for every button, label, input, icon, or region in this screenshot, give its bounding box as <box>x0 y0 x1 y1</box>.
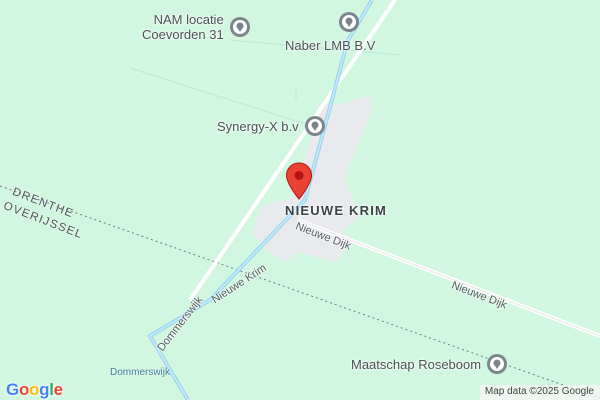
poi-nam-locatie-line1: NAM locatie <box>153 12 224 27</box>
place-marker-icon[interactable] <box>338 11 360 33</box>
place-marker-icon <box>229 17 250 37</box>
location-pin-icon[interactable] <box>285 162 313 200</box>
logo-letter: g <box>39 380 50 399</box>
map-attribution[interactable]: Map data ©2025 Google <box>479 385 600 400</box>
poi-synergy-x[interactable]: Synergy-X b.v <box>217 115 326 137</box>
water-label-dommerswijk: Dommerswijk <box>110 367 170 378</box>
logo-letter: o <box>18 380 30 399</box>
google-logo[interactable]: Google <box>6 380 63 400</box>
poi-maatschap-roseboom-label: Maatschap Roseboom <box>351 356 482 372</box>
map-base-layer <box>0 0 600 400</box>
poi-naber-lmb-label: Naber LMB B.V <box>285 38 376 53</box>
logo-letter: o <box>29 380 40 399</box>
poi-nam-locatie-label: NAM locatie Coevorden 31 <box>142 12 224 42</box>
logo-letter: G <box>6 380 19 399</box>
place-marker-icon <box>487 354 508 374</box>
poi-nam-locatie-line2: Coevorden 31 <box>142 27 224 42</box>
place-label-nieuwe-krim: NIEUWE KRIM <box>285 203 388 218</box>
poi-naber-lmb[interactable]: Naber LMB B.V <box>285 38 375 53</box>
logo-letter: e <box>53 380 63 399</box>
poi-maatschap-roseboom[interactable]: Maatschap Roseboom <box>351 353 508 375</box>
map-canvas[interactable]: NAM locatie Coevorden 31 Naber LMB B.V S… <box>0 0 600 400</box>
poi-nam-locatie[interactable]: NAM locatie Coevorden 31 <box>142 12 251 42</box>
place-marker-icon <box>304 116 325 136</box>
poi-synergy-x-label: Synergy-X b.v <box>217 118 299 134</box>
